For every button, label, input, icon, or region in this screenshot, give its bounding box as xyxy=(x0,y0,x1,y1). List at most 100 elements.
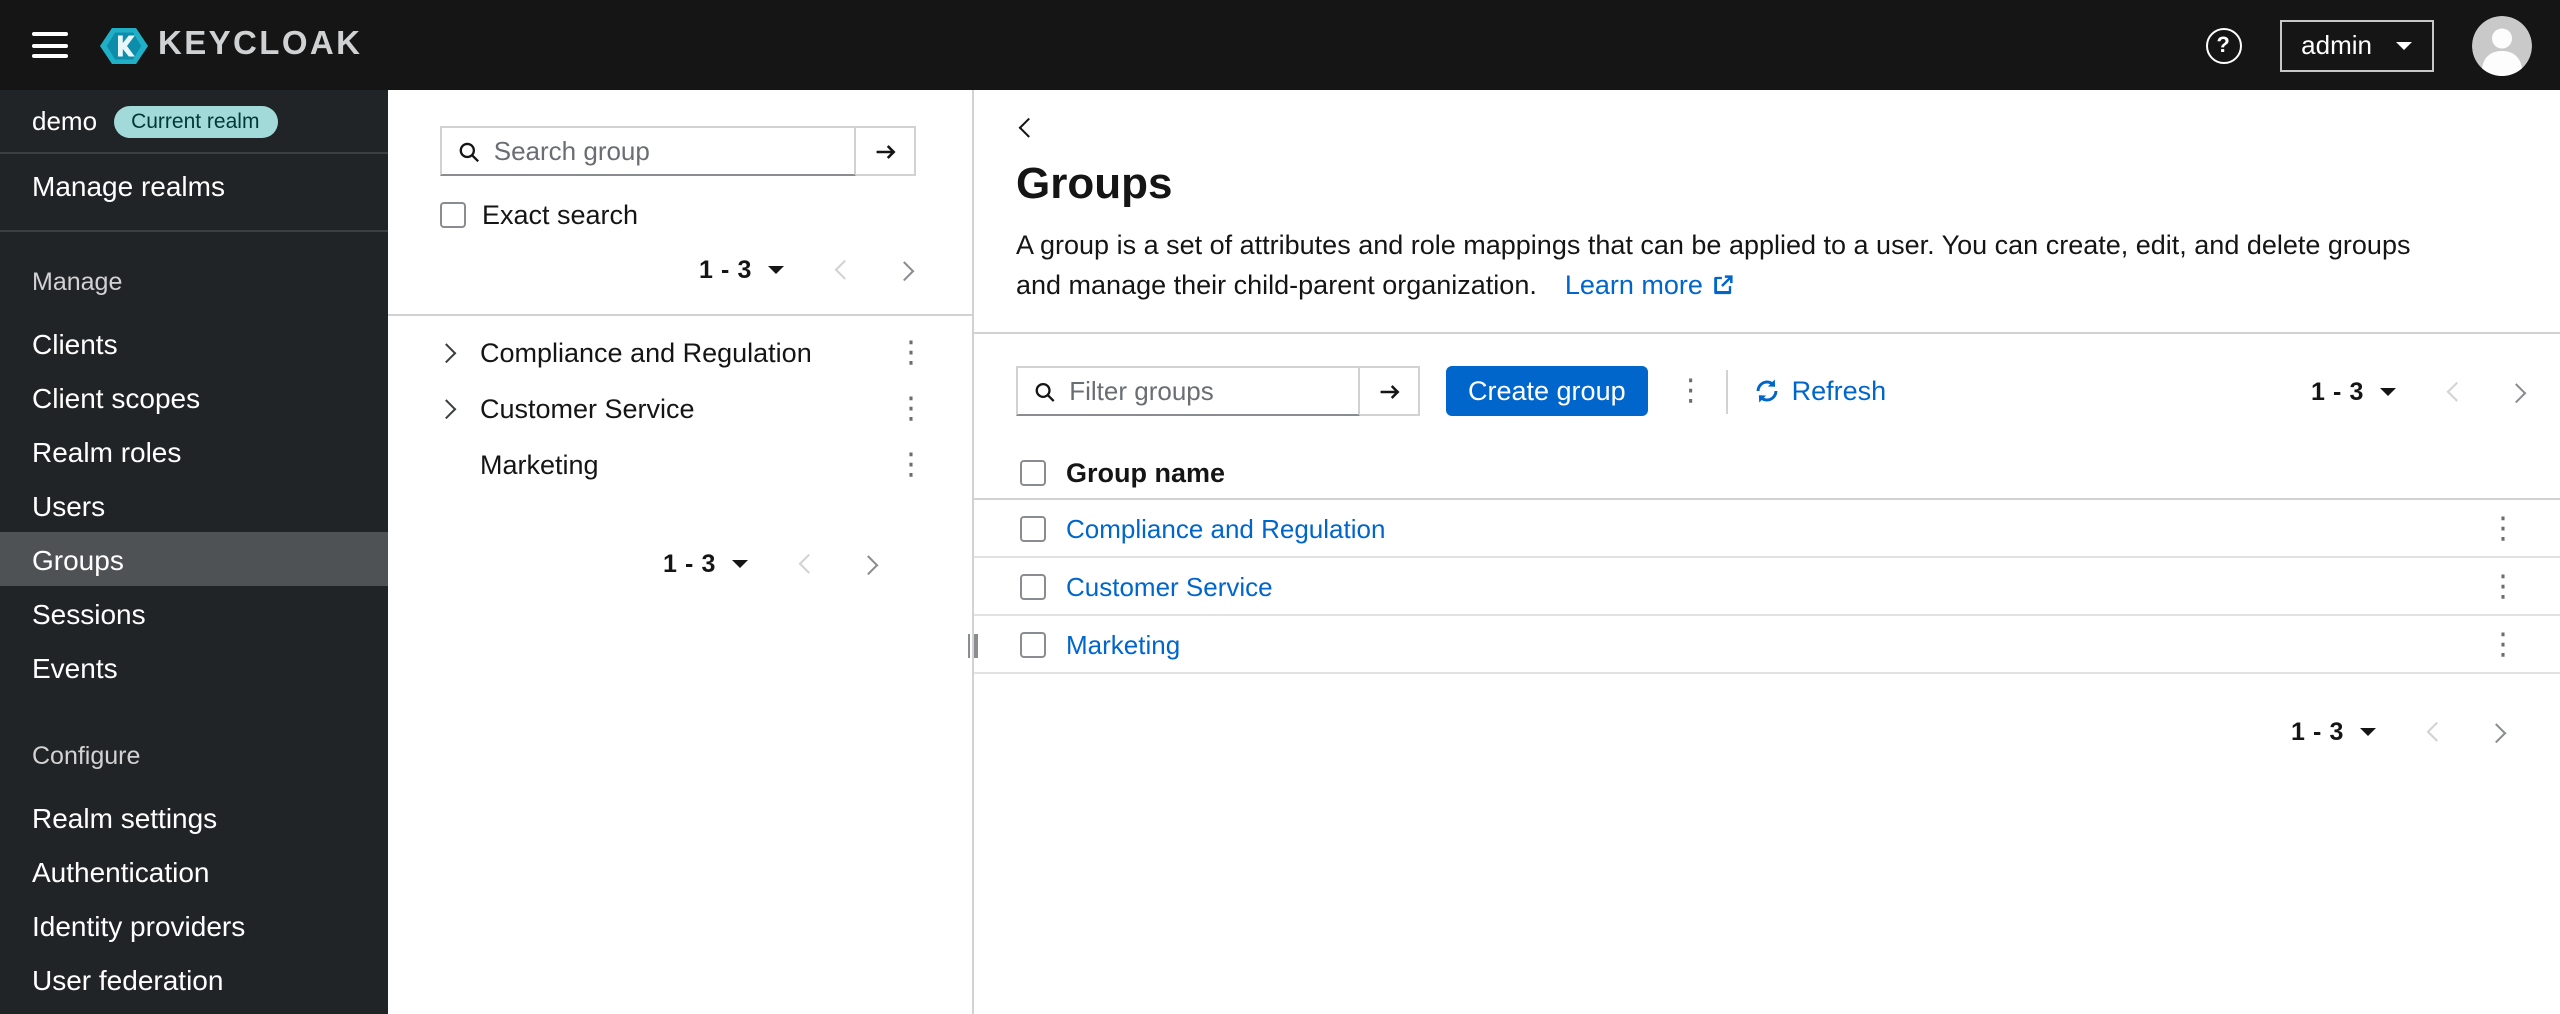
page-layout: demo Current realm Manage realms Manage … xyxy=(0,90,2560,1014)
arrow-right-icon xyxy=(875,144,895,158)
pagination-range: 1 - 3 xyxy=(2310,377,2364,406)
collapse-panel-button[interactable] xyxy=(1016,118,1034,136)
pagination-menu-toggle[interactable]: 1 - 3 xyxy=(2311,377,2396,405)
keycloak-logo[interactable]: KEYCLOAK xyxy=(100,21,362,69)
avatar[interactable] xyxy=(2472,15,2532,75)
divider xyxy=(388,314,972,316)
realm-name: demo xyxy=(32,106,98,136)
table-pagination-top: 1 - 3 xyxy=(2311,377,2528,405)
keycloak-admin-console: KEYCLOAK ? admin demo Current realm Mana… xyxy=(0,0,2560,1014)
filter-submit-button[interactable] xyxy=(1360,366,1420,417)
sidebar-item-client-scopes[interactable]: Client scopes xyxy=(0,370,388,424)
group-link[interactable]: Customer Service xyxy=(1066,571,1273,601)
select-all-checkbox[interactable] xyxy=(1020,460,1046,487)
pagination-prev-button[interactable] xyxy=(2424,723,2442,741)
expand-toggle-icon[interactable] xyxy=(440,399,468,417)
pagination-prev-button[interactable] xyxy=(796,555,814,573)
sidebar-item-realm-settings[interactable]: Realm settings xyxy=(0,790,388,844)
kebab-menu-icon[interactable]: ⋮ xyxy=(896,393,926,423)
pagination-next-button[interactable] xyxy=(2490,723,2508,741)
create-group-button[interactable]: Create group xyxy=(1446,366,1648,417)
groups-table: Group name Compliance and Regulation ⋮ C… xyxy=(974,448,2560,675)
refresh-button[interactable]: Refresh xyxy=(1754,376,1886,406)
group-search xyxy=(440,126,916,176)
refresh-icon xyxy=(1756,379,1778,403)
kebab-menu-icon[interactable]: ⋮ xyxy=(896,449,926,479)
sidebar-item-users[interactable]: Users xyxy=(0,478,388,532)
chevron-left-icon xyxy=(796,555,814,573)
pagination-prev-button[interactable] xyxy=(832,261,850,279)
tree-pagination-top: 1 - 3 xyxy=(440,250,916,290)
kebab-menu-icon[interactable]: ⋮ xyxy=(2488,629,2518,659)
pagination-next-button[interactable] xyxy=(898,261,916,279)
group-search-input[interactable] xyxy=(493,136,838,166)
pagination-next-button[interactable] xyxy=(862,555,880,573)
table-header-row: Group name xyxy=(974,448,2560,501)
table-row: Compliance and Regulation ⋮ xyxy=(974,500,2560,559)
kebab-menu-icon[interactable]: ⋮ xyxy=(2488,513,2518,543)
column-header-group-name: Group name xyxy=(1066,458,1226,489)
group-tree-item: Compliance and Regulation ⋮ xyxy=(440,324,926,380)
caret-down-icon xyxy=(2360,728,2376,737)
sidebar-item-manage-realms[interactable]: Manage realms xyxy=(0,154,388,218)
groups-toolbar: Create group ⋮ Refresh 1 - 3 xyxy=(974,334,2560,417)
chevron-down-icon xyxy=(2396,41,2412,49)
search-icon xyxy=(1035,382,1055,402)
sidebar-item-user-federation[interactable]: User federation xyxy=(0,952,388,1006)
user-menu-dropdown[interactable]: admin xyxy=(2279,19,2434,71)
tree-pagination-bottom: 1 - 3 xyxy=(440,544,916,584)
group-tree-item: Customer Service ⋮ xyxy=(440,380,926,436)
toolbar-kebab-icon[interactable]: ⋮ xyxy=(1676,376,1706,406)
filter-groups-input[interactable] xyxy=(1069,376,1342,407)
sidebar-item-realm-roles[interactable]: Realm roles xyxy=(0,424,388,478)
tree-item-label[interactable]: Customer Service xyxy=(480,393,695,423)
search-submit-button[interactable] xyxy=(856,126,916,176)
learn-more-link[interactable]: Learn more xyxy=(1565,269,1735,299)
pagination-range: 1 - 3 xyxy=(698,256,752,284)
chevron-left-icon xyxy=(1016,118,1034,136)
username: admin xyxy=(2301,30,2372,60)
kebab-menu-icon[interactable]: ⋮ xyxy=(2488,571,2518,601)
tree-item-label[interactable]: Marketing xyxy=(480,449,599,479)
external-link-icon xyxy=(1715,274,1734,294)
filter-groups xyxy=(1016,366,1420,417)
help-icon[interactable]: ? xyxy=(2205,27,2242,63)
pagination-menu-toggle[interactable]: 1 - 3 xyxy=(2291,718,2376,746)
pagination-menu-toggle[interactable]: 1 - 3 xyxy=(663,550,748,578)
groups-tree-panel: Exact search 1 - 3 Compliance and Regula… xyxy=(388,90,977,1014)
masthead: KEYCLOAK ? admin xyxy=(0,0,2560,90)
tree-item-label[interactable]: Compliance and Regulation xyxy=(480,337,812,367)
sidebar: demo Current realm Manage realms Manage … xyxy=(0,90,388,1014)
filter-groups-box xyxy=(1016,366,1360,417)
caret-down-icon xyxy=(2380,387,2396,396)
sidebar-item-sessions[interactable]: Sessions xyxy=(0,586,388,640)
row-checkbox[interactable] xyxy=(1020,515,1046,542)
nav-toggle-icon[interactable] xyxy=(32,32,68,58)
caret-down-icon xyxy=(768,266,784,274)
groups-page: Groups A group is a set of attributes an… xyxy=(974,90,2560,1014)
page-description: A group is a set of attributes and role … xyxy=(1016,230,2411,300)
chevron-right-icon xyxy=(862,555,880,573)
realm-switcher[interactable]: demo Current realm xyxy=(0,90,388,154)
current-realm-badge: Current realm xyxy=(113,105,278,137)
kebab-menu-icon[interactable]: ⋮ xyxy=(896,337,926,367)
sidebar-item-clients[interactable]: Clients xyxy=(0,316,388,370)
exact-search-label: Exact search xyxy=(482,200,639,230)
group-link[interactable]: Marketing xyxy=(1066,629,1180,659)
expand-toggle-icon[interactable] xyxy=(440,343,468,361)
pagination-menu-toggle[interactable]: 1 - 3 xyxy=(699,256,784,284)
arrow-right-icon xyxy=(1379,384,1399,399)
panel-resize-handle[interactable] xyxy=(962,630,982,662)
row-checkbox[interactable] xyxy=(1020,573,1046,600)
table-pagination-bottom: 1 - 3 xyxy=(974,718,2560,746)
sidebar-item-groups[interactable]: Groups xyxy=(0,532,388,586)
sidebar-item-events[interactable]: Events xyxy=(0,640,388,694)
pagination-prev-button[interactable] xyxy=(2444,382,2462,400)
row-checkbox[interactable] xyxy=(1020,631,1046,658)
sidebar-item-authentication[interactable]: Authentication xyxy=(0,844,388,898)
exact-search-checkbox[interactable] xyxy=(440,202,466,228)
group-link[interactable]: Compliance and Regulation xyxy=(1066,513,1385,543)
pagination-next-button[interactable] xyxy=(2510,382,2528,400)
sidebar-item-identity-providers[interactable]: Identity providers xyxy=(0,898,388,952)
caret-down-icon xyxy=(732,560,748,568)
